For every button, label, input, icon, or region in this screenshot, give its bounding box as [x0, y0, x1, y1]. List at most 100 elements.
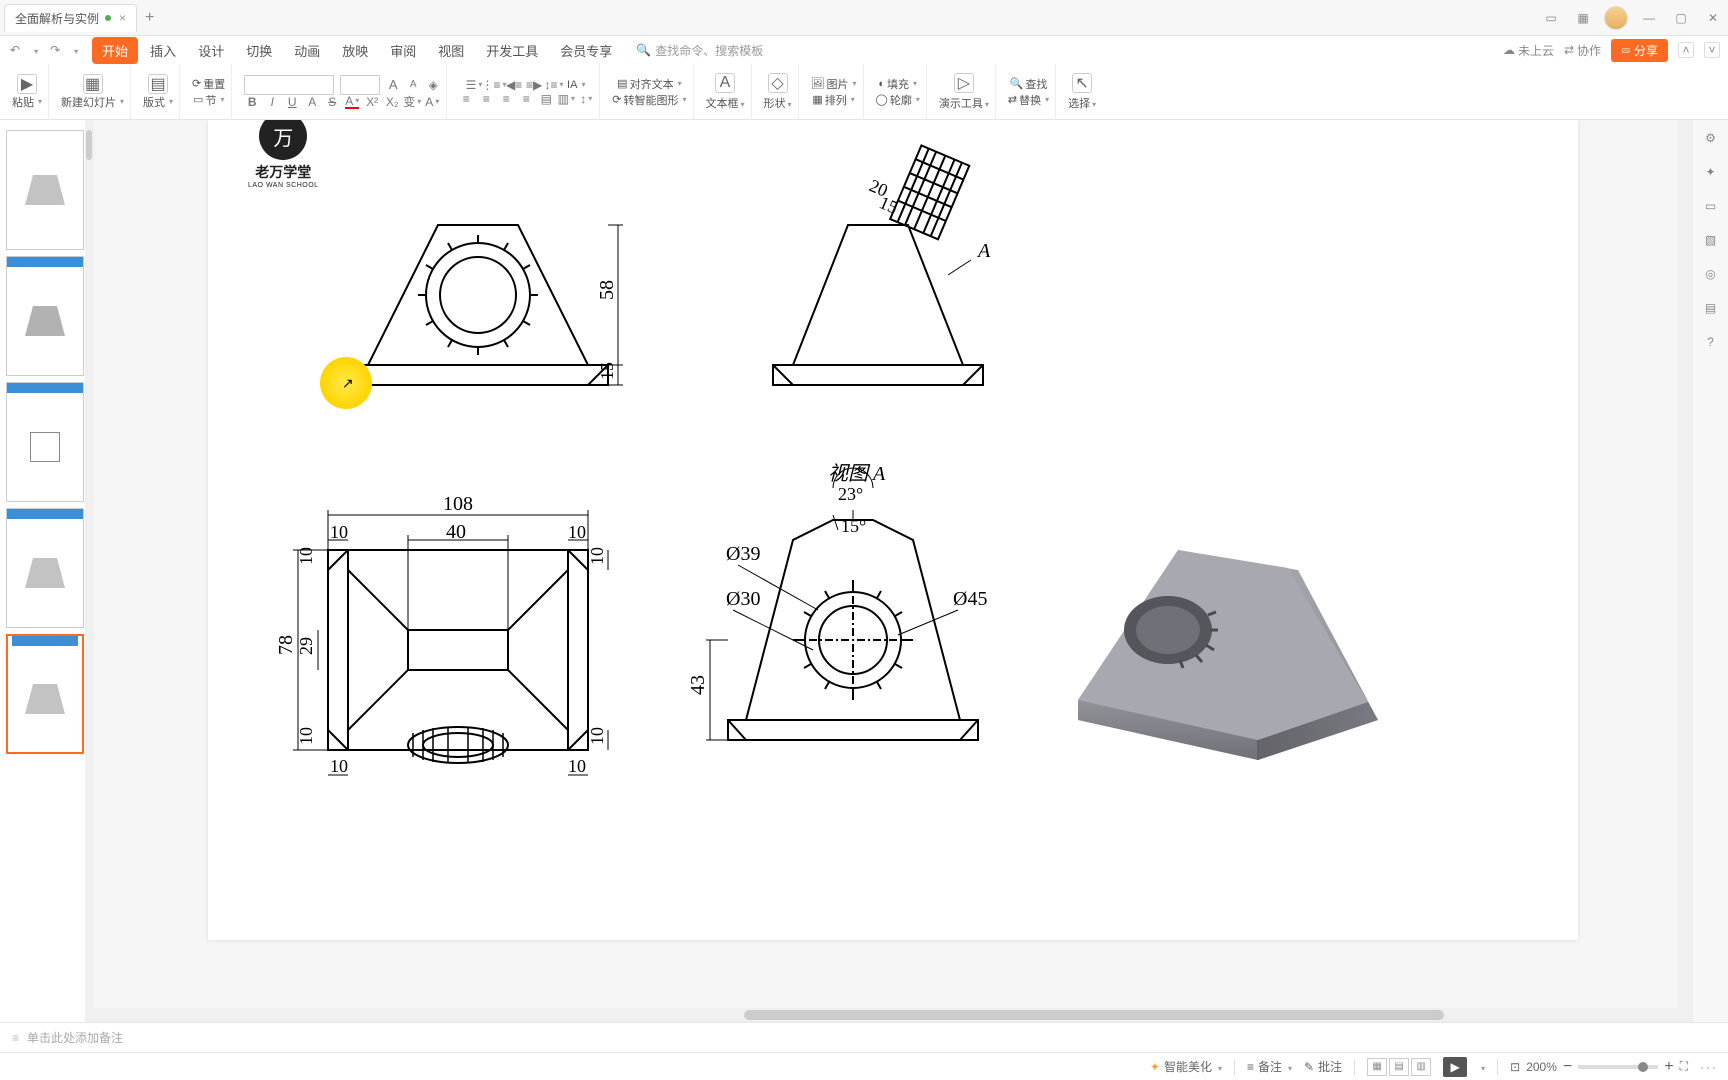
fullscreen-button[interactable]: ⛶ [1680, 1059, 1688, 1074]
font-grow-button[interactable]: A [386, 78, 400, 92]
slide-thumb[interactable] [6, 130, 84, 250]
rail-help-icon[interactable]: ? [1701, 332, 1721, 352]
font-family-select[interactable] [244, 75, 334, 95]
align-left-button[interactable]: ≡ [459, 92, 473, 106]
command-search[interactable]: 🔍 查找命令、搜索模板 [636, 42, 763, 59]
thumbs-scrollbar[interactable] [85, 120, 93, 1022]
rail-style-icon[interactable]: ✦ [1701, 162, 1721, 182]
canvas-scrollbar-v[interactable] [1678, 120, 1692, 1022]
clear-format-button[interactable]: ◈ [426, 78, 440, 92]
superscript-button[interactable]: X² [365, 95, 379, 109]
slideshow-button[interactable]: ▶ [1443, 1057, 1467, 1077]
find-button[interactable]: 🔍 查找 [1010, 76, 1048, 92]
user-avatar[interactable] [1604, 6, 1628, 30]
indent-inc-button[interactable]: ≡▶ [527, 78, 541, 92]
new-tab-button[interactable]: + [145, 9, 154, 27]
spacing-button[interactable]: ↕ [579, 92, 593, 106]
notes-toggle[interactable]: ≡备注 [1247, 1058, 1292, 1075]
zoom-in-button[interactable]: + [1664, 1058, 1673, 1076]
fit-button[interactable]: ⊡ [1510, 1060, 1520, 1074]
subscript-button[interactable]: X₂ [385, 95, 399, 109]
shape-button[interactable]: ◇形状 [764, 73, 792, 111]
tab-slideshow[interactable]: 放映 [332, 37, 378, 64]
tab-insert[interactable]: 插入 [140, 37, 186, 64]
text-direction-button[interactable]: IA [567, 79, 585, 91]
font-size-select[interactable] [340, 75, 380, 95]
cloud-status[interactable]: ☁未上云 [1503, 42, 1554, 59]
view-reading-button[interactable]: ▥ [1411, 1058, 1431, 1076]
font-color-button[interactable]: A [345, 95, 359, 109]
align-right-button[interactable]: ≡ [499, 92, 513, 106]
align-center-button[interactable]: ≡ [479, 92, 493, 106]
highlight-button[interactable]: A [305, 95, 319, 109]
slide-canvas[interactable]: 万 老万学堂 LAO WAN SCHOOL [94, 120, 1692, 1022]
window-minimize-icon[interactable]: — [1638, 7, 1660, 29]
tab-start[interactable]: 开始 [92, 37, 138, 64]
rail-location-icon[interactable]: ◎ [1701, 264, 1721, 284]
font-shrink-button[interactable]: A [406, 78, 420, 92]
line-spacing-button[interactable]: ↕≡ [547, 78, 561, 92]
redo-button[interactable]: ↷ [46, 43, 64, 57]
columns-button[interactable]: ▥ [559, 92, 573, 106]
rail-image-icon[interactable]: ▧ [1701, 230, 1721, 250]
slide-thumb[interactable] [6, 256, 84, 376]
tab-vip[interactable]: 会员专享 [550, 37, 622, 64]
bullets-button[interactable]: ☰ [467, 78, 481, 92]
zoom-value[interactable]: 200% [1526, 1060, 1557, 1074]
notes-pane[interactable]: ≡ 单击此处添加备注 [0, 1022, 1728, 1052]
tab-animation[interactable]: 动画 [284, 37, 330, 64]
beautify-button[interactable]: ✦智能美化 [1150, 1058, 1222, 1075]
indent-dec-button[interactable]: ◀≡ [507, 78, 521, 92]
ribbon-collapse-down[interactable]: ˅ [1704, 42, 1720, 58]
rail-settings-icon[interactable]: ⚙ [1701, 128, 1721, 148]
select-button[interactable]: ↖选择 [1068, 73, 1096, 111]
collab-button[interactable]: ⇄协作 [1564, 42, 1601, 59]
picture-button[interactable]: 🖼 图片 [811, 76, 857, 92]
rail-animation-icon[interactable]: ▭ [1701, 196, 1721, 216]
comments-toggle[interactable]: ✎批注 [1304, 1058, 1342, 1075]
share-button[interactable]: ⮹ 分享 [1611, 39, 1668, 62]
document-tab[interactable]: 全面解析与实例 × [4, 4, 137, 32]
slide-thumb[interactable] [6, 508, 84, 628]
replace-button[interactable]: ⇄ 替换 [1008, 92, 1049, 108]
align-justify-button[interactable]: ≡ [519, 92, 533, 106]
slide-thumb-current[interactable] [6, 634, 84, 754]
layout-button[interactable]: ▤ [148, 74, 168, 94]
numbering-button[interactable]: ⋮≡ [487, 78, 501, 92]
new-slide-label[interactable]: 新建幻灯片 [61, 94, 124, 110]
undo-dropdown[interactable] [28, 43, 42, 57]
view-normal-button[interactable]: ▦ [1367, 1058, 1387, 1076]
strike-button[interactable]: S [325, 95, 339, 109]
outline-button[interactable]: ◯ 轮廓 [876, 92, 920, 108]
apps-icon[interactable]: ▦ [1572, 7, 1594, 29]
paste-button[interactable]: ▶ [17, 74, 37, 94]
rail-slide-icon[interactable]: ▤ [1701, 298, 1721, 318]
tab-design[interactable]: 设计 [188, 37, 234, 64]
paste-dropdown[interactable]: 粘贴 [12, 94, 42, 110]
underline-button[interactable]: U [285, 95, 299, 109]
smart-shape-button[interactable]: ⟳ 转智能图形 [612, 92, 686, 108]
reading-mode-icon[interactable]: ▭ [1540, 7, 1562, 29]
tab-close-icon[interactable]: × [119, 11, 126, 25]
tab-transition[interactable]: 切换 [236, 37, 282, 64]
redo-dropdown[interactable] [68, 43, 82, 57]
zoom-slider[interactable] [1578, 1065, 1658, 1069]
new-slide-button[interactable]: ▦ [83, 74, 103, 94]
tab-view[interactable]: 视图 [428, 37, 474, 64]
window-maximize-icon[interactable]: ▢ [1670, 7, 1692, 29]
slideshow-dropdown[interactable] [1479, 1060, 1485, 1074]
layout-label[interactable]: 版式 [143, 94, 173, 110]
text-effects-button[interactable]: A [425, 95, 439, 109]
view-sorter-button[interactable]: ▤ [1389, 1058, 1409, 1076]
tab-devtools[interactable]: 开发工具 [476, 37, 548, 64]
reset-button[interactable]: ⟳ 重置 [192, 76, 225, 92]
ribbon-collapse-up[interactable]: ˄ [1678, 42, 1694, 58]
section-button[interactable]: ▭ 节 [193, 92, 224, 108]
change-case-button[interactable]: 变 [405, 95, 419, 109]
canvas-scrollbar-h[interactable] [94, 1008, 1678, 1022]
textbox-button[interactable]: A文本框 [706, 73, 745, 111]
undo-button[interactable]: ↶ [6, 43, 24, 57]
tab-review[interactable]: 审阅 [380, 37, 426, 64]
arrange-button[interactable]: ▦ 排列 [812, 92, 854, 108]
bold-button[interactable]: B [245, 95, 259, 109]
